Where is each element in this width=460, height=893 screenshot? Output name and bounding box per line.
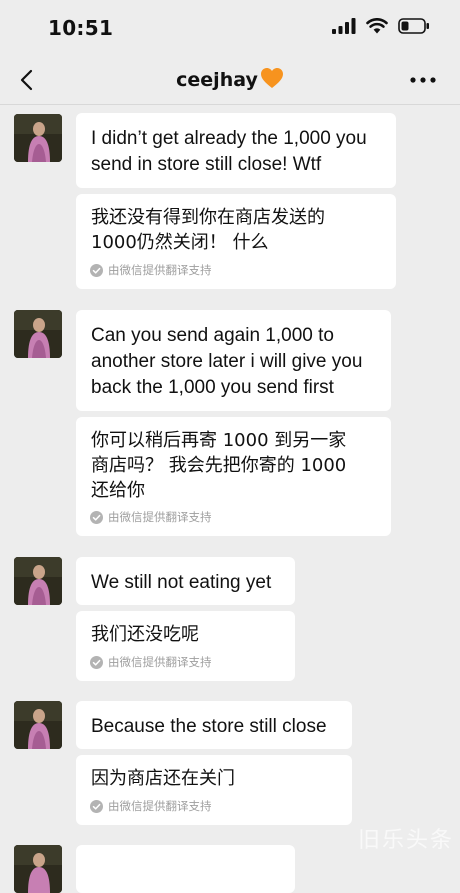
message-text: I didn’t get already the 1,000 you send … [91, 128, 367, 175]
watermark: 旧乐头条 [357, 828, 454, 853]
translation-note: 由微信提供翻译支持 [90, 262, 212, 278]
chat-area[interactable]: I didn’t get already the 1,000 you send … [0, 105, 460, 893]
message-bubble[interactable]: I didn’t get already the 1,000 you send … [76, 113, 396, 188]
translation-text: 因为商店还在关门 [91, 768, 235, 789]
contact-avatar[interactable] [14, 557, 62, 605]
message-text: Because the store still close [91, 716, 327, 737]
status-bar: 10:51 [0, 0, 460, 56]
check-circle-icon [90, 510, 103, 524]
translation-note: 由微信提供翻译支持 [90, 798, 212, 814]
contact-avatar[interactable] [14, 114, 62, 162]
contact-avatar[interactable] [14, 845, 62, 893]
battery-icon [398, 18, 429, 34]
translation-bubble[interactable]: 因为商店还在关门 由微信提供翻译支持 [76, 755, 352, 825]
translation-text: 我们还没吃呢 [91, 624, 199, 645]
contact-avatar[interactable] [14, 310, 62, 358]
translation-text: 你可以稍后再寄 1000 到另一家 商店吗？ 我会先把你寄的 1000 还给你 [91, 430, 347, 501]
message-text: We still not eating yet [91, 572, 272, 593]
translation-bubble[interactable]: 我们还没吃呢 由微信提供翻译支持 [76, 611, 295, 681]
translation-bubble[interactable]: 我还没有得到你在商店发送的 1000仍然关闭！ 什么 由微信提供翻译支持 [76, 194, 396, 289]
translation-note-text: 由微信提供翻译支持 [108, 799, 212, 813]
translation-note: 由微信提供翻译支持 [90, 654, 212, 670]
signal-icon [332, 18, 356, 34]
status-time: 10:51 [48, 16, 114, 40]
translation-note-text: 由微信提供翻译支持 [108, 655, 212, 669]
contact-name: ceejhay [176, 69, 258, 91]
chat-title: ceejhay [0, 67, 460, 91]
message-bubble[interactable] [76, 845, 295, 893]
status-icons [332, 18, 430, 34]
check-circle-icon [90, 655, 103, 669]
wifi-icon [366, 18, 388, 34]
more-dots-icon [410, 77, 436, 83]
translation-note-text: 由微信提供翻译支持 [108, 510, 212, 524]
translation-note: 由微信提供翻译支持 [90, 509, 212, 525]
translation-bubble[interactable]: 你可以稍后再寄 1000 到另一家 商店吗？ 我会先把你寄的 1000 还给你 … [76, 417, 391, 536]
message-bubble[interactable]: Because the store still close [76, 701, 352, 749]
orange-heart-icon [260, 68, 283, 88]
message-bubble[interactable]: Can you send again 1,000 to another stor… [76, 310, 391, 411]
translation-text: 我还没有得到你在商店发送的 1000仍然关闭！ 什么 [91, 207, 325, 253]
translation-note-text: 由微信提供翻译支持 [108, 263, 212, 277]
contact-avatar[interactable] [14, 701, 62, 749]
check-circle-icon [90, 263, 103, 277]
check-circle-icon [90, 799, 103, 813]
more-options-button[interactable] [408, 66, 438, 94]
message-text: Can you send again 1,000 to another stor… [91, 325, 363, 398]
chat-header: ceejhay [0, 56, 460, 105]
message-bubble[interactable]: We still not eating yet [76, 557, 295, 605]
